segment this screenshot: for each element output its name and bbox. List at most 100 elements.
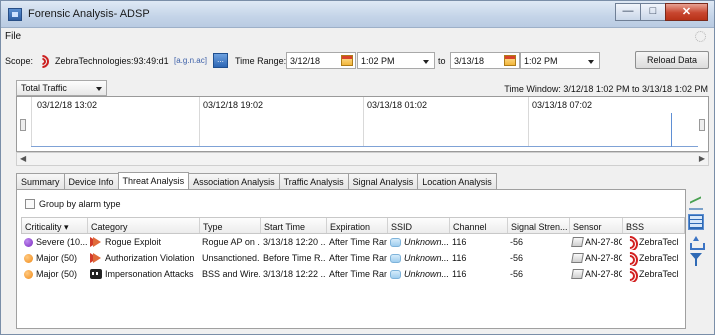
minimize-button[interactable]: —	[615, 3, 641, 21]
expiration-cell: After Time Ran...	[329, 237, 387, 247]
col-type[interactable]: Type	[200, 218, 261, 233]
sensor-icon	[571, 253, 584, 263]
group-by-alarm-checkbox[interactable]	[25, 199, 35, 209]
traffic-type-combo[interactable]: Total Traffic	[16, 80, 107, 96]
criticality-cell: Severe (10...	[21, 234, 87, 250]
timeline-label: 03/13/18 01:02	[367, 100, 428, 110]
col-channel[interactable]: Channel	[450, 218, 508, 233]
maximize-icon: □	[649, 5, 657, 17]
auth-arrow-icon	[90, 253, 102, 263]
tab-association-analysis[interactable]: Association Analysis	[188, 173, 280, 190]
scroll-left-icon[interactable]: ◀	[20, 154, 26, 163]
ssid-cell: Unknown...	[387, 266, 449, 282]
timeline-label: 03/12/18 19:02	[203, 100, 264, 110]
criticality-text: Severe (10...	[36, 237, 87, 247]
col-expiration[interactable]: Expiration	[327, 218, 388, 233]
timeline-tick	[528, 97, 529, 147]
bss-cell: ZebraTecl	[622, 266, 683, 282]
col-sensor[interactable]: Sensor	[570, 218, 623, 233]
end-time-value: 1:02 PM	[524, 56, 558, 66]
ssid-text: Unknown...	[404, 269, 449, 279]
start-time-cell: 3/13/18 12:22 ...	[263, 269, 326, 279]
ssid-text: Unknown...	[404, 237, 449, 247]
sensor-cell: AN-27-8C	[569, 266, 622, 282]
signal-cell: -56	[510, 237, 524, 247]
wifi-icon	[625, 269, 637, 279]
table-view-icon[interactable]	[688, 214, 704, 230]
scope-browse-button[interactable]: ...	[213, 53, 228, 68]
tab-location-analysis[interactable]: Location Analysis	[417, 173, 497, 190]
time-range-label: Time Range:	[235, 56, 287, 66]
ssid-icon	[390, 254, 401, 263]
tab-summary[interactable]: Summary	[16, 173, 65, 190]
timeline-label: 03/12/18 13:02	[37, 100, 98, 110]
criticality-cell: Major (50)	[21, 266, 87, 282]
close-button[interactable]: ✕	[665, 3, 708, 21]
wifi-icon	[625, 253, 637, 263]
scope-toolbar: Scope: ZebraTechnologies:93:49:d1 [a.g.n…	[1, 47, 714, 73]
timeline-right-handle[interactable]	[699, 119, 705, 131]
scope-suffix: [a.g.n.ac]	[174, 56, 207, 65]
traffic-dropdown-icon[interactable]	[96, 87, 102, 91]
start-calendar-icon[interactable]	[341, 55, 353, 66]
ssid-icon	[390, 238, 401, 247]
table-row[interactable]: Severe (10... Rogue Exploit Rogue AP on …	[21, 234, 685, 250]
col-bss[interactable]: BSS	[623, 218, 684, 233]
major-status-icon	[24, 270, 33, 279]
signal-cell: -56	[510, 269, 524, 279]
expiration-cell: After Time Ran...	[329, 269, 387, 279]
end-date-value: 3/13/18	[454, 56, 485, 66]
bss-cell: ZebraTecl	[622, 250, 683, 266]
timeline-scrollbar[interactable]: ◀ ▶	[16, 152, 709, 166]
tab-device-info[interactable]: Device Info	[63, 173, 119, 190]
type-cell: BSS and Wire...	[202, 269, 260, 279]
window-controls: — □ ✕	[615, 3, 708, 21]
table-row[interactable]: Major (50) Impersonation Attacks BSS and…	[21, 266, 685, 282]
threat-analysis-panel: Group by alarm type Criticality ▾ Catego…	[16, 189, 686, 329]
group-by-alarm-row[interactable]: Group by alarm type	[25, 199, 121, 209]
category-text: Authorization Violation	[105, 253, 195, 263]
minimize-icon: —	[622, 5, 634, 17]
mask-icon	[90, 269, 102, 279]
col-criticality[interactable]: Criticality ▾	[22, 218, 88, 233]
loading-spinner-icon	[695, 31, 706, 42]
category-cell: Impersonation Attacks	[87, 266, 199, 282]
title-bar: Forensic Analysis- ADSP — □ ✕	[1, 1, 714, 28]
maximize-button[interactable]: □	[640, 3, 666, 21]
table-row[interactable]: Major (50) Authorization Violation Unsan…	[21, 250, 685, 266]
wifi-icon	[33, 52, 52, 71]
app-window-icon	[8, 8, 22, 21]
to-label: to	[438, 56, 446, 66]
reload-data-button[interactable]: Reload Data	[635, 51, 709, 69]
tab-signal-analysis[interactable]: Signal Analysis	[347, 173, 419, 190]
end-calendar-icon[interactable]	[504, 55, 516, 66]
channel-cell: 116	[452, 253, 467, 263]
col-start-time[interactable]: Start Time	[261, 218, 327, 233]
start-time-dropdown-icon[interactable]	[423, 60, 429, 64]
threat-table: Criticality ▾ Category Type Start Time E…	[21, 217, 685, 282]
chart-view-icon[interactable]	[689, 196, 703, 210]
scroll-right-icon[interactable]: ▶	[699, 154, 705, 163]
bss-text: ZebraTecl	[639, 237, 679, 247]
timeline-label: 03/13/18 07:02	[532, 100, 593, 110]
end-time-dropdown-icon[interactable]	[588, 60, 594, 64]
col-category[interactable]: Category	[88, 218, 200, 233]
timeline-left-handle[interactable]	[20, 119, 26, 131]
criticality-text: Major (50)	[36, 253, 78, 263]
col-ssid[interactable]: SSID	[388, 218, 450, 233]
sensor-cell: AN-27-8C	[569, 234, 622, 250]
menu-file[interactable]: File	[5, 31, 21, 42]
traffic-timeline[interactable]: 03/12/18 13:02 03/12/18 19:02 03/13/18 0…	[16, 96, 709, 152]
type-cell: Unsanctioned...	[202, 253, 260, 263]
close-icon: ✕	[681, 6, 692, 18]
timeline-baseline	[31, 146, 698, 147]
tab-threat-analysis[interactable]: Threat Analysis	[117, 172, 190, 190]
start-time-cell: 3/13/18 12:20 ...	[263, 237, 326, 247]
rogue-arrow-icon	[90, 237, 102, 247]
sensor-text: AN-27-8C	[585, 269, 622, 279]
filter-icon[interactable]	[689, 253, 703, 267]
tab-traffic-analysis[interactable]: Traffic Analysis	[278, 173, 349, 190]
col-signal-strength[interactable]: Signal Stren...	[508, 218, 570, 233]
timeline-traffic-spike	[671, 113, 672, 147]
export-icon[interactable]	[689, 236, 705, 250]
